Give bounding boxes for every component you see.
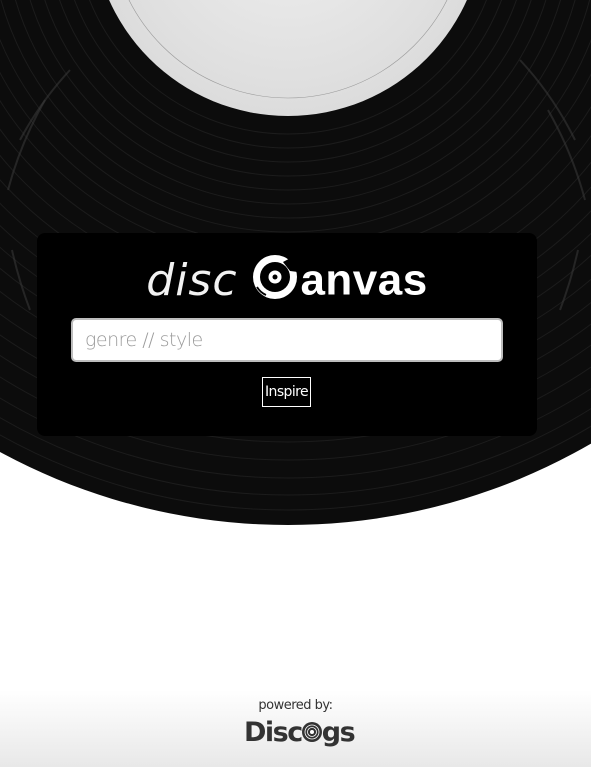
genre-style-search-input[interactable] [71, 318, 503, 362]
powered-by-label: powered by: [258, 698, 333, 713]
disccanvas-logo: disc anvas [37, 253, 537, 313]
vinyl-record-c-icon [253, 253, 298, 299]
discogs-record-icon [301, 722, 322, 742]
discogs-logo-link[interactable]: Disc gs [244, 715, 356, 749]
search-panel: disc anvas Inspire [37, 233, 537, 436]
logo-text-canvas: anvas [300, 255, 428, 305]
inspire-button[interactable]: Inspire [262, 377, 311, 407]
discogs-text-suffix: gs [321, 716, 356, 748]
logo-text-disc: disc [146, 255, 238, 306]
discogs-text-prefix: Disc [244, 716, 303, 748]
footer: powered by: Disc gs [0, 690, 591, 767]
page: disc anvas Inspire powered by: Disc [0, 0, 591, 767]
